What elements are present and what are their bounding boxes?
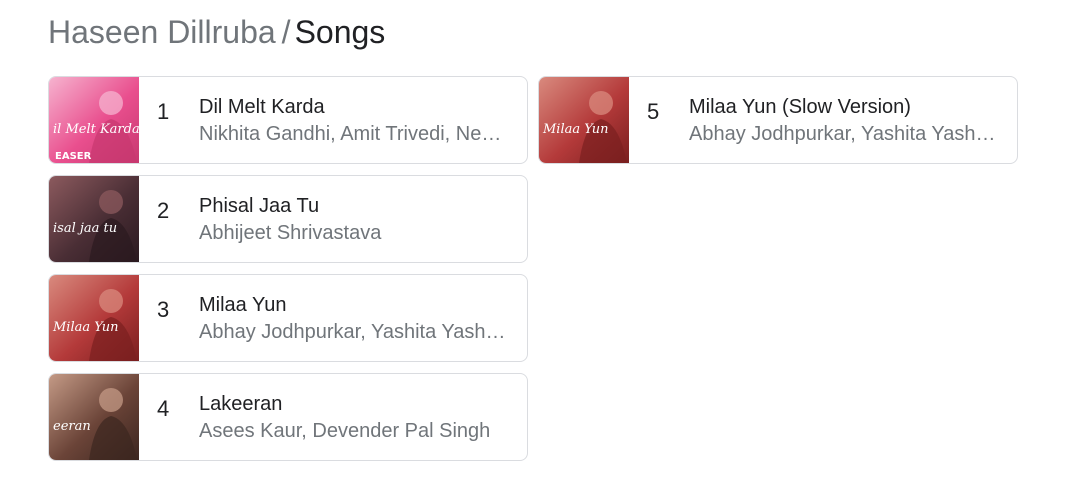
album-art-image: isal jaa tu xyxy=(49,176,139,262)
album-art-image: eeran xyxy=(49,374,139,460)
song-thumbnail: Milaa Yun xyxy=(539,77,629,163)
song-artists: Abhijeet Shrivastava xyxy=(199,222,382,244)
song-card[interactable]: il Melt Karda EASER 1 Dil Melt Karda Nikh… xyxy=(48,76,528,164)
breadcrumb: Haseen Dillruba / Songs xyxy=(48,12,385,52)
song-title: Milaa Yun xyxy=(199,294,287,316)
breadcrumb-current: Songs xyxy=(294,14,386,50)
album-art-image: Milaa Yun xyxy=(539,77,629,163)
song-thumbnail: Milaa Yun xyxy=(49,275,139,361)
svg-text:il Melt Karda: il Melt Karda xyxy=(53,122,139,137)
album-art-image: Milaa Yun xyxy=(49,275,139,361)
song-rank: 2 xyxy=(157,198,170,223)
song-card[interactable]: isal jaa tu 2 Phisal Jaa Tu Abhijeet Shr… xyxy=(48,175,528,263)
song-rank: 3 xyxy=(157,297,170,322)
song-title: Lakeeran xyxy=(199,393,283,415)
song-thumbnail: isal jaa tu xyxy=(49,176,139,262)
breadcrumb-separator: / xyxy=(281,14,291,50)
song-artists: Abhay Jodhpurkar, Yashita Yashpal Sharma xyxy=(199,321,509,343)
svg-text:EASER: EASER xyxy=(55,151,92,162)
svg-text:isal jaa tu: isal jaa tu xyxy=(53,221,117,236)
song-title: Phisal Jaa Tu xyxy=(199,195,320,217)
song-title: Dil Melt Karda xyxy=(199,96,325,118)
song-thumbnail: il Melt Karda EASER xyxy=(49,77,139,163)
song-rank: 4 xyxy=(157,396,170,421)
song-artists: Nikhita Gandhi, Amit Trivedi, Neha Kakka… xyxy=(199,123,509,145)
breadcrumb-parent[interactable]: Haseen Dillruba xyxy=(48,14,276,50)
svg-text:Milaa Yun: Milaa Yun xyxy=(542,122,608,137)
song-card[interactable]: eeran 4 Lakeeran Asees Kaur, Devender Pa… xyxy=(48,373,528,461)
song-title: Milaa Yun (Slow Version) xyxy=(689,96,911,118)
album-art-image: il Melt Karda EASER xyxy=(49,77,139,163)
song-card[interactable]: Milaa Yun 5 Milaa Yun (Slow Version) Abh… xyxy=(538,76,1018,164)
song-card[interactable]: Milaa Yun 3 Milaa Yun Abhay Jodhpurkar, … xyxy=(48,274,528,362)
svg-text:eeran: eeran xyxy=(53,419,91,434)
svg-text:Milaa Yun: Milaa Yun xyxy=(52,320,118,335)
song-thumbnail: eeran xyxy=(49,374,139,460)
song-rank: 1 xyxy=(157,99,170,124)
song-artists: Asees Kaur, Devender Pal Singh xyxy=(199,420,491,442)
song-rank: 5 xyxy=(647,99,660,124)
song-artists: Abhay Jodhpurkar, Yashita Yashpal Sharma xyxy=(689,123,999,145)
